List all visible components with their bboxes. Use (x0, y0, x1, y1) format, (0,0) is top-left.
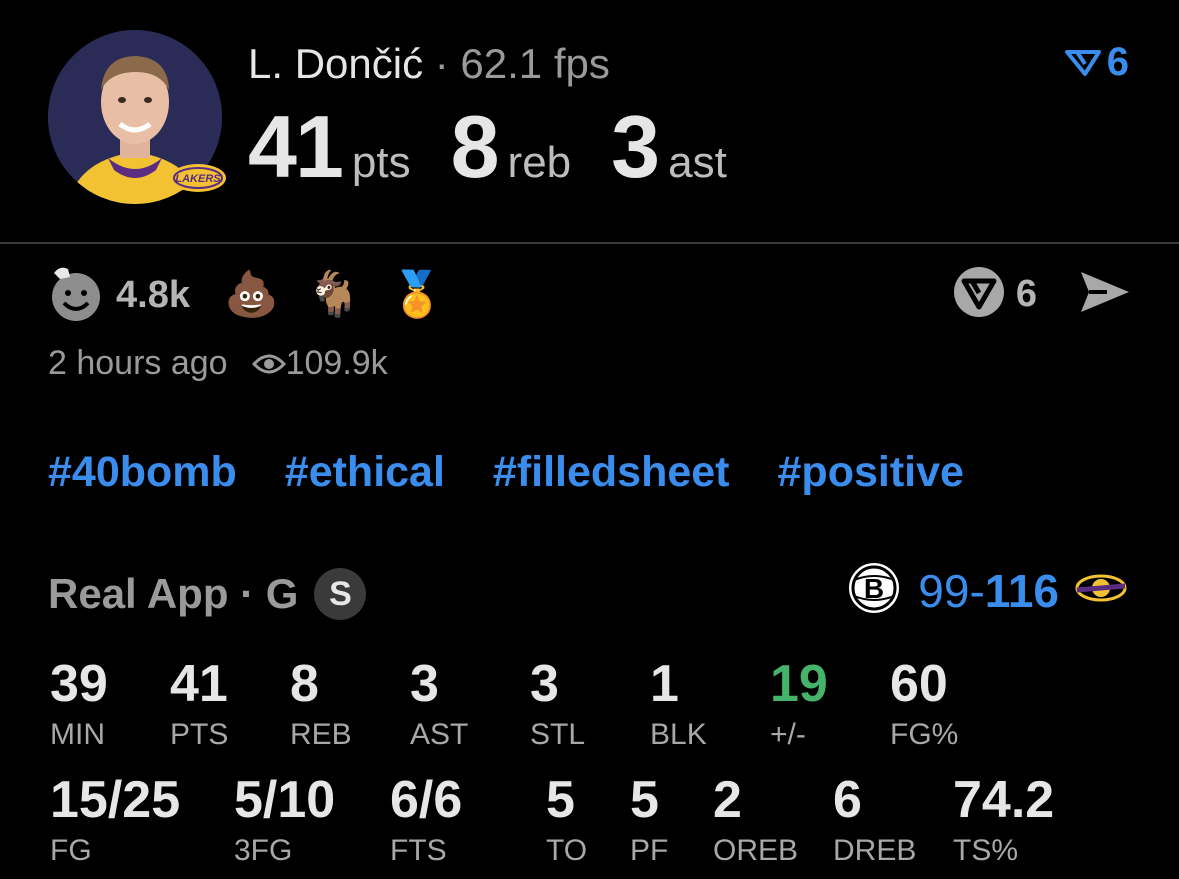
source-label: Real App · G (48, 570, 299, 617)
stat-label: STL (530, 718, 586, 751)
stat-label: FG% (890, 718, 959, 751)
hashtag-filledsheet[interactable]: #filledsheet (493, 448, 730, 497)
svg-text:B: B (864, 573, 884, 604)
hashtag-ethical[interactable]: #ethical (285, 448, 445, 497)
headline-ast-value: 3 (611, 97, 660, 196)
nets-logo-icon: B (848, 562, 900, 619)
stat-fg-pct: 60 FG% (890, 658, 958, 752)
stat-label: REB (290, 718, 352, 751)
stat-label: PF (630, 834, 669, 867)
fps-value: 62.1 fps (460, 40, 610, 87)
post-meta: 2 hours ago 109.9k (48, 344, 388, 383)
player-title: L. Dončić · 62.1 fps (248, 40, 610, 88)
stat-value: 5/10 (234, 771, 336, 829)
stat-ast: 3 AST (410, 658, 468, 752)
stat-label: AST (410, 718, 469, 751)
comment-count: 6 (1015, 273, 1037, 315)
stat-ts-pct: 74.2 TS% (953, 774, 1054, 868)
lakers-logo-text: LAKERS (175, 173, 221, 185)
headline-ast-unit: ast (668, 138, 727, 187)
stat-fg: 15/25 FG (50, 774, 180, 868)
score-opponent: 99 (918, 564, 970, 617)
headline-reb-value: 8 (450, 97, 500, 196)
stat-value: 3 (530, 655, 559, 713)
stat-label: OREB (713, 834, 799, 867)
headline-pts-unit: pts (351, 138, 411, 187)
stat-value: 2 (713, 771, 742, 829)
stat-3fg: 5/10 3FG (234, 774, 335, 868)
stat-label: PTS (170, 718, 229, 751)
reaction-bar: 4.8k 💩 🐐 🏅 (48, 260, 472, 330)
stat-line: 41 pts 8 reb 3 ast (248, 96, 767, 198)
stat-pts: 41 PTS (170, 658, 228, 752)
timestamp: 2 hours ago (48, 344, 228, 382)
game-score[interactable]: B 99-116 (848, 562, 1129, 619)
stat-dreb: 6 DREB (833, 774, 916, 868)
starter-badge: S (314, 568, 367, 620)
stat-label: BLK (650, 718, 707, 751)
add-reaction-icon[interactable] (48, 263, 104, 328)
goat-emoji-icon[interactable]: 🐐 (307, 273, 362, 317)
funnel-icon (1064, 49, 1101, 76)
separator: · (434, 40, 449, 87)
stat-value: 6 (833, 771, 862, 829)
stat-label: MIN (50, 718, 105, 751)
stat-value: 60 (890, 655, 948, 713)
stat-value: 19 (770, 655, 828, 713)
divider (0, 242, 1179, 244)
comment-icon[interactable] (952, 265, 1006, 324)
eye-icon (251, 354, 286, 373)
stat-blk: 1 BLK (650, 658, 707, 752)
hashtag-list: #40bomb #ethical #filledsheet #positive (48, 448, 964, 497)
lakers-logo-icon: LAKERS (168, 160, 228, 196)
stat-value: 5 (630, 771, 659, 829)
views: 109.9k (251, 344, 388, 383)
score-text: 99-116 (918, 564, 1059, 618)
medal-emoji-icon[interactable]: 🏅 (390, 273, 445, 317)
score-team: 116 (984, 564, 1059, 617)
stat-pf: 5 PF (630, 774, 668, 868)
stat-value: 74.2 (953, 771, 1055, 829)
stat-oreb: 2 OREB (713, 774, 798, 868)
score-dash: - (969, 564, 985, 617)
poop-emoji-icon[interactable]: 💩 (224, 273, 279, 317)
stat-value: 6/6 (390, 771, 463, 829)
stat-label: TO (546, 834, 588, 867)
player-name[interactable]: L. Dončić (248, 40, 423, 87)
stat-plus-minus: 19 +/- (770, 658, 828, 752)
stat-label: FG (50, 834, 92, 867)
stat-value: 1 (650, 655, 679, 713)
hashtag-40bomb[interactable]: #40bomb (48, 448, 237, 497)
stat-value: 39 (50, 655, 108, 713)
stat-to: 5 TO (546, 774, 587, 868)
stat-reb: 8 REB (290, 658, 352, 752)
send-icon[interactable] (1077, 268, 1133, 321)
lakers-score-logo-icon (1073, 570, 1129, 611)
stat-label: DREB (833, 834, 917, 867)
stat-value: 5 (546, 771, 575, 829)
headline-pts-value: 41 (248, 97, 344, 196)
stat-label: 3FG (234, 834, 293, 867)
stat-value: 41 (170, 655, 228, 713)
stat-label: +/- (770, 718, 806, 751)
stat-value: 3 (410, 655, 439, 713)
filter-badge[interactable]: 6 (1064, 40, 1129, 85)
stat-value: 8 (290, 655, 319, 713)
stat-stl: 3 STL (530, 658, 585, 752)
stat-fts: 6/6 FTS (390, 774, 462, 868)
reaction-count: 4.8k (116, 273, 190, 316)
view-count: 109.9k (285, 344, 388, 382)
stat-label: FTS (390, 834, 447, 867)
stat-label: TS% (953, 834, 1019, 867)
headline-reb-unit: reb (507, 138, 572, 187)
hashtag-positive[interactable]: #positive (778, 448, 964, 497)
stat-min: 39 MIN (50, 658, 108, 752)
game-source: Real App · G S (48, 568, 367, 620)
share-area: 6 (952, 265, 1133, 324)
filter-count: 6 (1106, 40, 1129, 84)
stat-value: 15/25 (50, 771, 181, 829)
